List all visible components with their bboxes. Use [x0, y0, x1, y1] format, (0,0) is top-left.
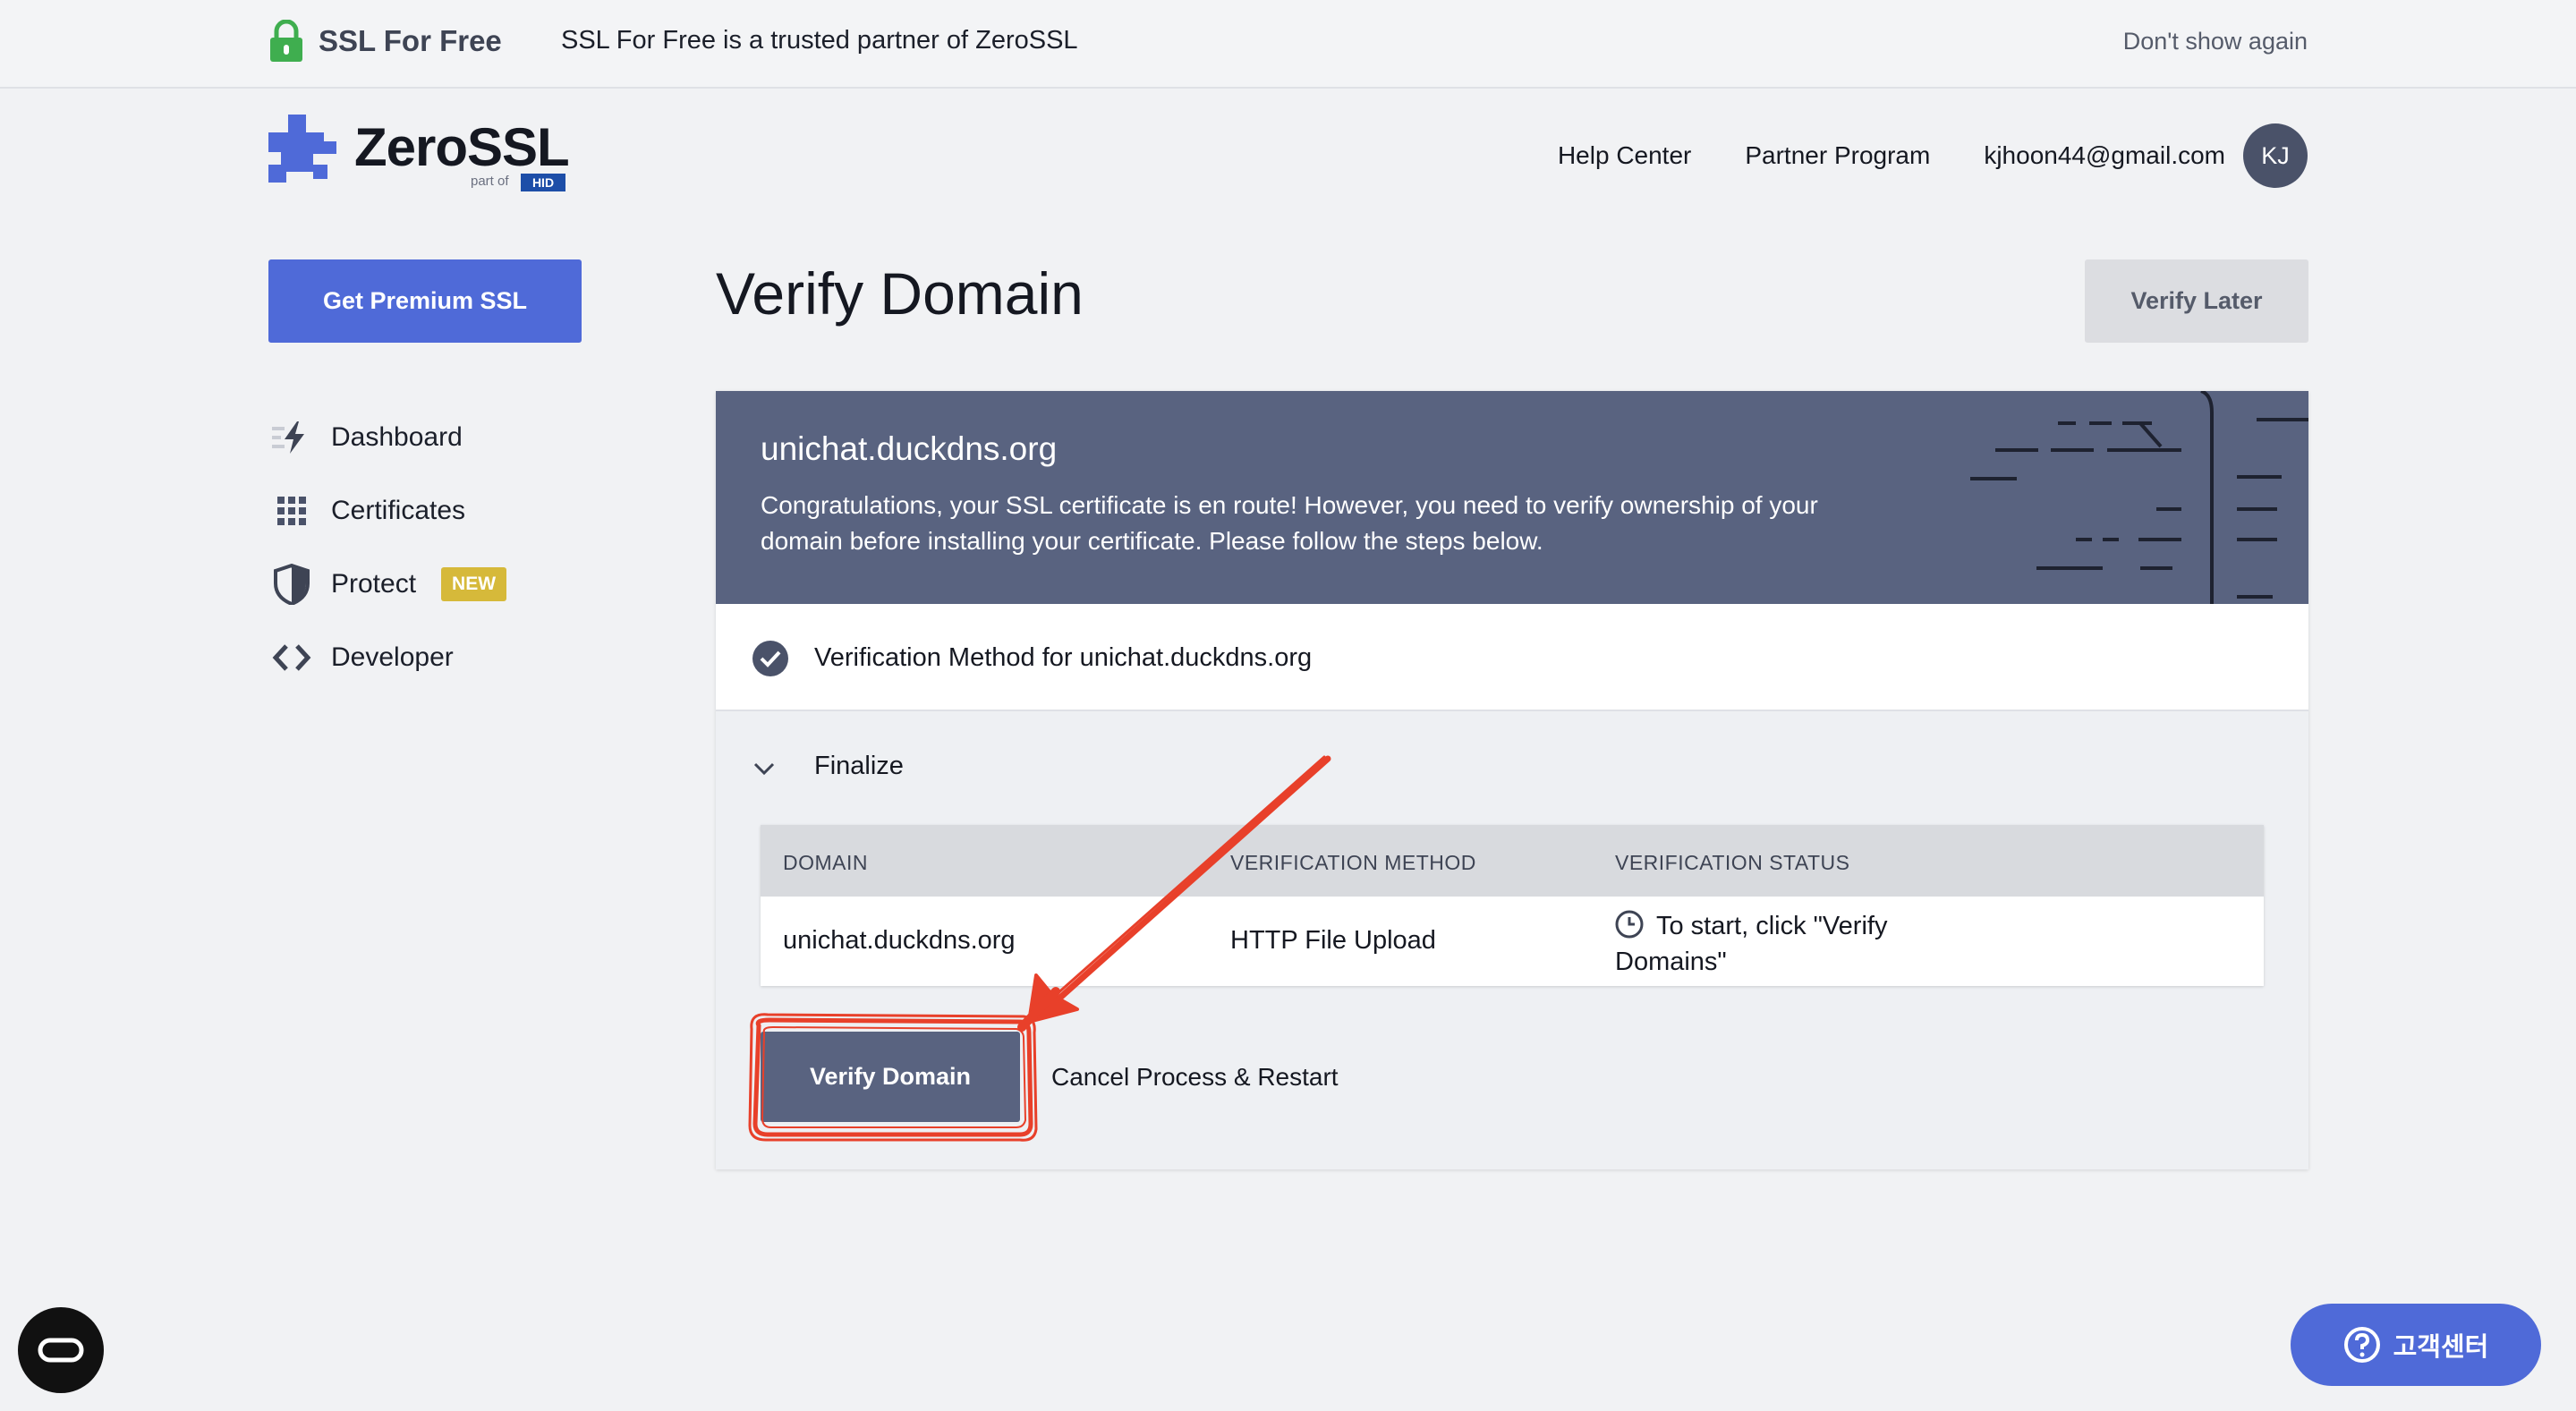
sidebar-item-label: Certificates [331, 496, 466, 525]
table-header: DOMAIN VERIFICATION METHOD VERIFICATION … [761, 825, 2264, 897]
verification-table: DOMAIN VERIFICATION METHOD VERIFICATION … [761, 825, 2264, 986]
partner-program-link[interactable]: Partner Program [1745, 141, 1930, 170]
grid-dots-icon [268, 491, 315, 531]
partner-bar: SSL For Free SSL For Free is a trusted p… [0, 0, 2576, 89]
banner-message: Congratulations, your SSL certificate is… [761, 491, 1818, 555]
help-question-icon [2343, 1327, 2380, 1363]
decorative-lines-icon [1970, 391, 2308, 604]
verify-domain-button[interactable]: Verify Domain [761, 1032, 1020, 1122]
check-circle-icon [752, 641, 788, 676]
column-header-domain: DOMAIN [783, 851, 868, 874]
info-banner: unichat.duckdns.org Congratulations, you… [716, 391, 2308, 604]
step-label: Finalize [814, 752, 904, 780]
status-text: To start, click "Verify Domains" [1615, 912, 1888, 976]
chevron-down-icon [753, 762, 775, 776]
verify-later-button[interactable]: Verify Later [2085, 259, 2308, 343]
hid-logo: HID [521, 174, 565, 191]
lightning-icon [268, 418, 315, 457]
sidebar-item-label: Developer [331, 642, 454, 672]
help-center-link[interactable]: Help Center [1558, 141, 1691, 170]
step-label: Verification Method for unichat.duckdns.… [814, 643, 1313, 672]
sidebar-item-certificates[interactable]: Certificates [268, 474, 506, 548]
sidebar-menu: Dashboard Certificates Protect NEW Devel… [268, 401, 507, 694]
lock-icon [270, 20, 302, 62]
avatar[interactable]: KJ [2243, 123, 2308, 188]
verification-card: unichat.duckdns.org Congratulations, you… [716, 391, 2308, 1169]
page-title: Verify Domain [716, 260, 1084, 327]
zerossl-cross-icon [268, 115, 336, 183]
code-brackets-icon [268, 638, 315, 677]
support-center-button[interactable]: 고객센터 [2291, 1304, 2541, 1386]
sidebar-item-dashboard[interactable]: Dashboard [268, 401, 506, 474]
top-nav: Help Center Partner Program kjhoon44@gma… [1504, 123, 2308, 188]
banner-domain: unichat.duckdns.org [761, 430, 1058, 467]
new-badge: NEW [441, 567, 507, 601]
sslforfree-brand: SSL For Free [319, 24, 502, 57]
support-center-label: 고객센터 [2393, 1331, 2489, 1362]
zerossl-logo[interactable]: ZeroSSL part of HID [268, 115, 573, 191]
column-header-method: VERIFICATION METHOD [1230, 851, 1476, 874]
cell-status: To start, click "Verify Domains" [1615, 908, 1937, 980]
cell-method: HTTP File Upload [1230, 926, 1436, 955]
sidebar-item-label: Dashboard [331, 422, 463, 452]
logo-wordmark: ZeroSSL [354, 117, 570, 177]
column-header-status: VERIFICATION STATUS [1615, 851, 1850, 874]
account-email[interactable]: kjhoon44@gmail.com [1984, 141, 2225, 170]
clock-icon [1615, 910, 1644, 939]
step-finalize[interactable]: Finalize [716, 711, 2308, 819]
cancel-process-restart-link[interactable]: Cancel Process & Restart [1051, 1063, 1339, 1092]
sidebar-item-protect[interactable]: Protect NEW [268, 548, 507, 621]
chat-widget-button[interactable] [18, 1307, 104, 1393]
get-premium-ssl-button[interactable]: Get Premium SSL [268, 259, 582, 343]
sidebar-item-label: Protect [331, 569, 417, 599]
partner-text: SSL For Free is a trusted partner of Zer… [561, 26, 1078, 55]
dont-show-again-link[interactable]: Don't show again [2123, 28, 2308, 55]
shield-icon [268, 564, 315, 605]
cell-domain: unichat.duckdns.org [783, 926, 1016, 955]
step-verification-method[interactable]: Verification Method for unichat.duckdns.… [716, 604, 2308, 711]
sslforfree-logo[interactable]: SSL For Free [268, 20, 502, 63]
link-loop-icon [38, 1338, 84, 1363]
logo-part-of: part of [471, 174, 509, 189]
sidebar-item-developer[interactable]: Developer [268, 621, 506, 694]
